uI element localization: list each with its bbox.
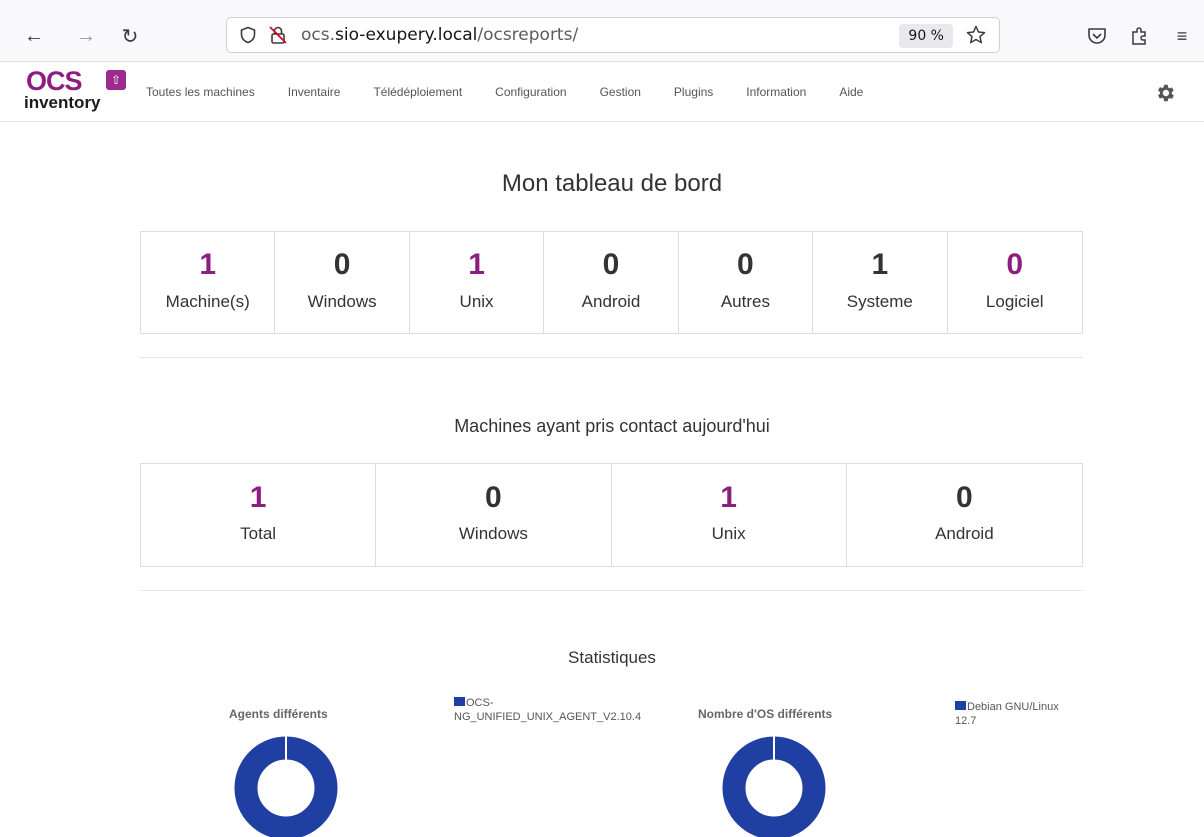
stat-value[interactable]: 1 bbox=[141, 232, 274, 292]
stat-label: Systeme bbox=[846, 292, 913, 311]
forward-icon[interactable]: → bbox=[72, 22, 100, 50]
legend-label-line1: Debian GNU/Linux bbox=[967, 701, 1059, 713]
stat-label: Windows bbox=[458, 524, 528, 543]
divider bbox=[140, 590, 1083, 591]
url-host: sio-exupery.local bbox=[335, 25, 478, 45]
stat-autres: 0 Autres bbox=[679, 232, 814, 333]
today-android: 0 Android bbox=[847, 464, 1082, 566]
stat-windows: 0 Windows bbox=[275, 232, 410, 333]
stat-label: Machine(s) bbox=[165, 292, 250, 311]
stat-value[interactable]: 1 bbox=[141, 464, 375, 524]
donut-chart-os[interactable] bbox=[716, 733, 832, 837]
menu-configuration[interactable]: Configuration bbox=[495, 85, 566, 99]
logo-arrow-icon: ⇧ bbox=[106, 70, 126, 90]
extensions-icon[interactable] bbox=[1128, 24, 1152, 48]
donut-chart-agents[interactable] bbox=[228, 733, 344, 837]
zoom-level-button[interactable]: 90 % bbox=[899, 24, 953, 48]
menu-information[interactable]: Information bbox=[746, 85, 806, 99]
legend-label-line2: 12.7 bbox=[955, 715, 977, 727]
insecure-lock-icon[interactable] bbox=[267, 24, 289, 46]
browser-toolbar: ← → ↻ ocs.sio-exupery.local/ocsreports/ … bbox=[0, 0, 1204, 62]
chart-title-agents: Agents différents bbox=[229, 707, 328, 721]
menu-icon[interactable]: ≡ bbox=[1168, 22, 1196, 50]
stat-value: 0 bbox=[602, 248, 620, 281]
stat-machines[interactable]: 1 Machine(s) bbox=[141, 232, 276, 333]
stat-value: 1 bbox=[871, 248, 889, 281]
stat-value[interactable]: 0 bbox=[948, 232, 1082, 292]
today-unix[interactable]: 1 Unix bbox=[612, 464, 847, 566]
stat-label: Total bbox=[240, 524, 277, 543]
today-title: Machines ayant pris contact aujourd'hui bbox=[454, 416, 770, 436]
logo-ocs-text: OCS bbox=[26, 66, 83, 96]
page-title: Mon tableau de bord bbox=[501, 170, 723, 197]
stat-value: 0 bbox=[956, 481, 973, 514]
back-icon[interactable]: ← bbox=[20, 22, 48, 50]
today-windows: 0 Windows bbox=[376, 464, 612, 566]
logo-inventory-text: inventory bbox=[24, 93, 101, 112]
stat-value[interactable]: 1 bbox=[612, 464, 846, 524]
stat-value: 0 bbox=[485, 481, 502, 514]
menu-teledeploiement[interactable]: Télédéploiement bbox=[373, 85, 462, 99]
shield-icon[interactable] bbox=[239, 26, 257, 44]
divider bbox=[140, 357, 1083, 358]
stat-logiciel[interactable]: 0 Logiciel bbox=[948, 232, 1082, 333]
stat-value[interactable]: 1 bbox=[410, 232, 543, 292]
pocket-icon[interactable] bbox=[1085, 24, 1109, 48]
url-bar[interactable]: ocs.sio-exupery.local/ocsreports/ 90 % bbox=[226, 17, 1000, 53]
legend-label-line2: NG_UNIFIED_UNIX_AGENT_V2.10.4 bbox=[454, 711, 642, 723]
gear-icon[interactable] bbox=[1154, 82, 1176, 104]
dashboard-stats: 1 Machine(s) 0 Windows 1 Unix 0 Android 0 Aut… bbox=[140, 231, 1083, 334]
statistics-title: Statistiques bbox=[568, 648, 656, 667]
stat-systeme: 1 Systeme bbox=[813, 232, 948, 333]
main-menu: Toutes les machines Inventaire Télédéplo… bbox=[146, 62, 896, 122]
stat-label: Logiciel bbox=[985, 292, 1044, 311]
stat-label: Unix bbox=[711, 524, 746, 543]
menu-toutes-machines[interactable]: Toutes les machines bbox=[146, 85, 255, 99]
legend-label-line1: OCS- bbox=[466, 697, 494, 709]
reload-icon[interactable]: ↻ bbox=[116, 22, 144, 50]
legend-agents[interactable]: OCS- NG_UNIFIED_UNIX_AGENT_V2.10.4 bbox=[454, 696, 641, 724]
stat-label: Unix bbox=[459, 292, 494, 311]
legend-swatch bbox=[955, 701, 966, 710]
stat-value: 0 bbox=[737, 248, 754, 281]
stat-android: 0 Android bbox=[544, 232, 679, 333]
legend-swatch bbox=[454, 697, 465, 706]
url-text[interactable]: ocs.sio-exupery.local/ocsreports/ bbox=[301, 25, 578, 45]
stat-value: 0 bbox=[333, 248, 351, 281]
menu-gestion[interactable]: Gestion bbox=[600, 85, 641, 99]
url-path: /ocsreports/ bbox=[477, 25, 579, 45]
chart-title-os: Nombre d'OS différents bbox=[698, 707, 833, 721]
stat-label: Android bbox=[581, 292, 641, 311]
url-prefix: ocs. bbox=[301, 25, 336, 45]
ocs-logo[interactable]: OCS ⇧ inventory bbox=[0, 66, 132, 118]
today-stats: 1 Total 0 Windows 1 Unix 0 Android bbox=[140, 463, 1083, 567]
stat-label: Windows bbox=[307, 292, 377, 311]
menu-inventaire[interactable]: Inventaire bbox=[288, 85, 341, 99]
bookmark-star-icon[interactable] bbox=[965, 24, 987, 46]
stat-unix[interactable]: 1 Unix bbox=[410, 232, 545, 333]
menu-aide[interactable]: Aide bbox=[839, 85, 863, 99]
stat-label: Android bbox=[935, 524, 994, 543]
app-header: OCS ⇧ inventory Toutes les machines Inve… bbox=[0, 62, 1204, 122]
legend-os[interactable]: Debian GNU/Linux 12.7 bbox=[955, 700, 1059, 728]
stat-label: Autres bbox=[720, 292, 770, 311]
menu-plugins[interactable]: Plugins bbox=[674, 85, 713, 99]
today-total[interactable]: 1 Total bbox=[141, 464, 377, 566]
